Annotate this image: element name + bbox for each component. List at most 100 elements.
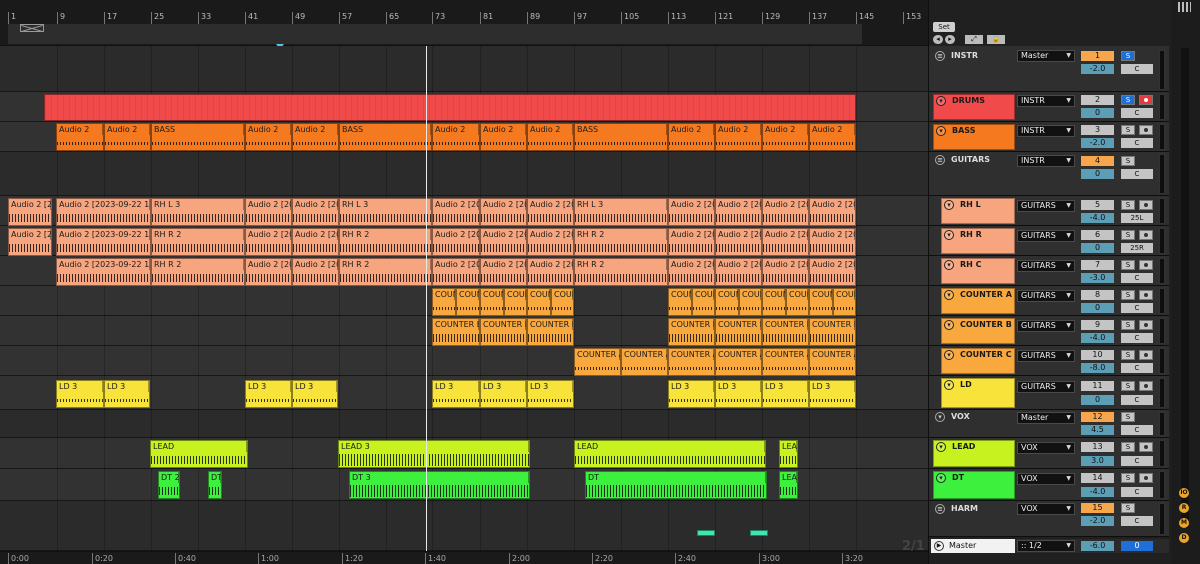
pan-field[interactable]: C — [1121, 456, 1153, 466]
record-arm-button[interactable] — [1139, 200, 1153, 210]
rh-clip[interactable]: Audio 2 [20 — [292, 258, 339, 286]
fold-icon[interactable]: ▾ — [936, 442, 946, 452]
track-name[interactable]: ▾ BASS — [933, 124, 1015, 150]
fold-icon[interactable]: ≡ — [935, 155, 945, 165]
loop-region-strip[interactable] — [8, 24, 862, 44]
pan-field[interactable]: C — [1121, 138, 1153, 148]
track-name[interactable]: ▾ DT — [933, 471, 1015, 499]
bass-clip[interactable]: BASS — [151, 123, 245, 151]
rh-clip[interactable]: Audio 2 [20 — [809, 198, 856, 226]
ld-clip[interactable]: LD 3 — [762, 380, 809, 408]
audio-clip[interactable]: Audio 2 — [480, 123, 527, 151]
output-routing-select[interactable]: GUITARS — [1017, 350, 1075, 362]
time-ruler[interactable]: 0:00 0:20 0:40 1:00 1:20 1:40 2:00 2:20 … — [0, 551, 928, 564]
dt-clip[interactable]: DT 2 — [158, 471, 180, 499]
track-activator[interactable]: 5 — [1081, 200, 1114, 210]
ld-clip[interactable]: LD 3 — [104, 380, 150, 408]
track-rh-c[interactable]: ▾ RH C GUITARS 7 S -3.0 C — [929, 256, 1169, 286]
rh-clip[interactable]: Audio 2 [20 — [762, 228, 809, 256]
counter-clip[interactable]: COUN — [739, 288, 762, 316]
volume-field[interactable]: 3.0 — [1081, 456, 1114, 466]
drums-clip[interactable] — [44, 94, 856, 121]
output-routing-select[interactable]: Master — [1017, 412, 1075, 424]
track-name[interactable]: ▾ RH L — [941, 198, 1015, 224]
track-name[interactable]: ▾ LEAD — [933, 440, 1015, 467]
ld-clip[interactable]: LD 3 — [432, 380, 480, 408]
track-vox[interactable]: ▾ VOX Master 12 S 4.5 C — [929, 410, 1169, 438]
rh-clip[interactable]: Audio 2 [20 — [480, 258, 527, 286]
audio-clip[interactable]: Audio 2 — [245, 123, 292, 151]
record-arm-button[interactable] — [1139, 260, 1153, 270]
ld-clip[interactable]: LD 3 — [245, 380, 292, 408]
dt-clip[interactable]: DT — [585, 471, 767, 499]
counter-clip[interactable]: COUNTER A — [668, 348, 715, 376]
rh-clip[interactable]: Audio 2 [20 — [809, 258, 856, 286]
play-icon[interactable]: ▶ — [934, 541, 944, 551]
solo-button[interactable]: S — [1121, 230, 1135, 240]
volume-field[interactable]: 0 — [1081, 395, 1114, 405]
bar-marker[interactable]: 65 — [386, 12, 399, 24]
track-name[interactable]: ▾ RH R — [941, 228, 1015, 254]
audio-clip[interactable]: Audio 2 — [527, 123, 574, 151]
volume-field[interactable]: 0 — [1081, 108, 1114, 118]
counter-clip[interactable]: COUNTER A — [715, 348, 762, 376]
lock-icon[interactable]: 🔒 — [987, 35, 1005, 44]
output-routing-select[interactable]: INSTR — [1017, 155, 1075, 167]
pan-field[interactable]: C — [1121, 333, 1153, 343]
master-volume-field[interactable]: -6.0 — [1081, 541, 1114, 551]
rh-clip[interactable]: RH L 3 — [339, 198, 432, 226]
track-name[interactable]: ▾ DRUMS — [933, 94, 1015, 120]
pan-field[interactable]: C — [1121, 487, 1153, 497]
track-activator[interactable]: 3 — [1081, 125, 1114, 135]
rh-clip[interactable]: Audio 2 [20 — [292, 228, 339, 256]
bass-clip[interactable]: BASS — [339, 123, 432, 151]
rh-clip[interactable]: Audio 2 [20 — [762, 258, 809, 286]
rh-clip[interactable]: RH R 2 — [339, 258, 432, 286]
bar-marker[interactable]: 97 — [574, 12, 587, 24]
volume-field[interactable]: -4.0 — [1081, 487, 1114, 497]
rh-clip[interactable]: Audio 2 [2023-09-22 13 — [56, 198, 151, 226]
record-arm-button[interactable] — [1139, 95, 1153, 105]
volume-field[interactable]: 0 — [1081, 303, 1114, 313]
audio-clip[interactable]: Audio 2 — [432, 123, 480, 151]
lane-harm[interactable] — [0, 501, 928, 551]
solo-button[interactable]: S — [1121, 51, 1135, 61]
returns-toggle-button[interactable]: R — [1179, 503, 1189, 513]
dt-clip[interactable]: DT — [208, 471, 222, 499]
pan-field[interactable]: C — [1121, 516, 1153, 526]
track-name[interactable]: ▾ COUNTER A — [941, 288, 1015, 314]
rh-clip[interactable]: Audio 2 [20 — [292, 198, 339, 226]
master-name[interactable]: ▶ Master — [931, 539, 1015, 553]
volume-field[interactable]: 4.5 — [1081, 425, 1114, 435]
record-arm-button[interactable] — [1139, 442, 1153, 452]
fold-icon[interactable]: ▾ — [936, 96, 946, 106]
bar-marker[interactable]: 121 — [715, 12, 733, 24]
rh-clip[interactable]: RH R 2 — [339, 228, 432, 256]
bass-clip[interactable]: BASS — [574, 123, 668, 151]
track-instr[interactable]: ≡ INSTR Master 1 S -2.0 C — [929, 46, 1169, 92]
record-arm-button[interactable] — [1139, 230, 1153, 240]
counter-clip[interactable]: COUN — [809, 288, 833, 316]
rh-clip[interactable]: Audio 2 [20 — [432, 198, 480, 226]
volume-field[interactable]: -2.0 — [1081, 138, 1114, 148]
track-drums[interactable]: ▾ DRUMS INSTR 2 S 0 C — [929, 92, 1169, 122]
rh-clip[interactable]: RH R 2 — [574, 228, 668, 256]
rh-clip[interactable]: Audio 2 [20 — [480, 228, 527, 256]
record-arm-button[interactable] — [1139, 290, 1153, 300]
loop-brace-icon[interactable] — [20, 24, 44, 32]
audio-clip[interactable]: Audio 2 — [809, 123, 856, 151]
track-dt[interactable]: ▾ DT VOX 14 S -4.0 C — [929, 469, 1169, 501]
bar-marker[interactable]: 153 — [903, 12, 921, 24]
rh-clip[interactable]: Audio 2 [20 — [245, 258, 292, 286]
counter-clip[interactable]: COUNTER A — [762, 348, 809, 376]
harm-clip[interactable] — [697, 530, 715, 536]
io-toggle-button[interactable]: IO — [1179, 488, 1189, 498]
bar-marker[interactable]: 9 — [57, 12, 65, 24]
audio-clip[interactable]: Audio 2 — [292, 123, 339, 151]
track-name[interactable]: ▾ COUNTER C — [941, 348, 1015, 374]
track-activator[interactable]: 7 — [1081, 260, 1114, 270]
bar-marker[interactable]: 17 — [104, 12, 117, 24]
track-activator[interactable]: 4 — [1081, 156, 1114, 166]
output-routing-select[interactable]: GUITARS — [1017, 260, 1075, 272]
output-routing-select[interactable]: GUITARS — [1017, 381, 1075, 393]
